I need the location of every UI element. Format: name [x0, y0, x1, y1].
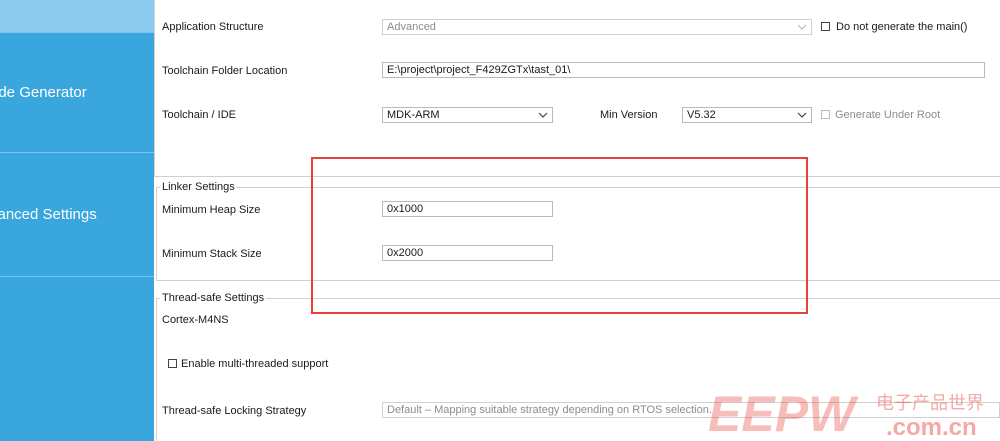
- locking-strategy-label: Thread-safe Locking Strategy: [162, 405, 307, 417]
- sidebar-item-label: ode Generator: [0, 84, 87, 101]
- toolchain-ide-value: MDK-ARM: [387, 109, 440, 121]
- chevron-down-icon: [797, 24, 807, 30]
- generate-root-checkbox[interactable]: [821, 110, 830, 119]
- group-border: [156, 298, 157, 441]
- linker-title: Linker Settings: [162, 181, 235, 193]
- toolchain-ide-select[interactable]: MDK-ARM: [382, 107, 553, 123]
- multi-thread-checkbox[interactable]: [168, 359, 177, 368]
- toolchain-folder-label: Toolchain Folder Location: [162, 65, 288, 77]
- multi-thread-label: Enable multi-threaded support: [181, 358, 329, 370]
- core-label: Cortex-M4NS: [162, 314, 229, 326]
- highlight-box: [311, 157, 808, 314]
- min-version-label: Min Version: [600, 109, 658, 121]
- generate-root-label: Generate Under Root: [835, 109, 941, 121]
- app-structure-value: Advanced: [387, 21, 436, 33]
- sidebar-top-tab[interactable]: [0, 0, 154, 32]
- heap-size-label: Minimum Heap Size: [162, 204, 261, 216]
- group-border: [156, 187, 157, 280]
- sidebar: ode Generator vanced Settings: [0, 0, 154, 441]
- chevron-down-icon: [538, 112, 548, 118]
- sidebar-item-label: vanced Settings: [0, 206, 97, 223]
- app-structure-select: Advanced: [382, 19, 812, 35]
- toolchain-folder-input[interactable]: E:\project\project_F429ZGTx\tast_01\: [382, 62, 985, 78]
- chevron-down-icon: [797, 112, 807, 118]
- app-structure-label: Application Structure: [162, 21, 264, 33]
- toolchain-ide-label: Toolchain / IDE: [162, 109, 236, 121]
- no-main-checkbox[interactable]: [821, 22, 830, 31]
- min-version-value: V5.32: [687, 109, 716, 121]
- eepw-watermark: EEPW 电子产品世界 .com.cn: [708, 386, 984, 441]
- sidebar-item-advanced-settings[interactable]: vanced Settings: [0, 153, 154, 276]
- watermark-brand: EEPW: [708, 386, 859, 441]
- sidebar-divider: [0, 276, 154, 277]
- locking-strategy-value: Default – Mapping suitable strategy depe…: [387, 404, 712, 416]
- no-main-label: Do not generate the main(): [836, 21, 968, 33]
- watermark-cn: 电子产品世界: [876, 393, 984, 414]
- watermark-domain: .com.cn: [886, 414, 977, 441]
- sidebar-item-code-generator[interactable]: ode Generator: [0, 33, 154, 152]
- group-border: [154, 0, 155, 176]
- min-version-select[interactable]: V5.32: [682, 107, 812, 123]
- thread-title: Thread-safe Settings: [162, 292, 265, 304]
- stack-size-label: Minimum Stack Size: [162, 248, 262, 260]
